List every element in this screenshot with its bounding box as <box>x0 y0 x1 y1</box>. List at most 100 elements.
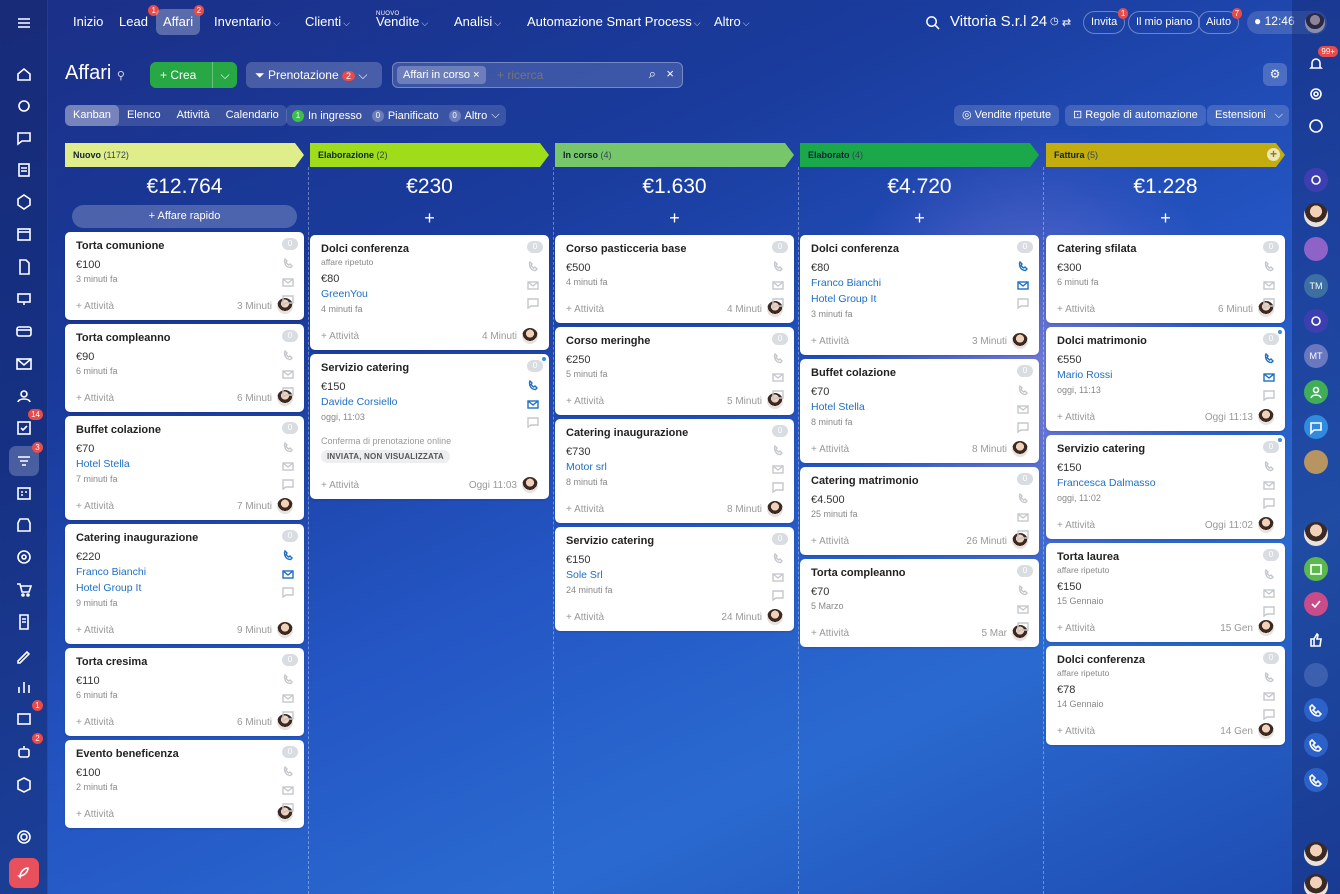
nav-lead[interactable]: Lead 1 <box>112 5 159 35</box>
column-header[interactable]: Elaborato (4) <box>800 143 1039 167</box>
gear-icon[interactable]: ⚙ <box>1263 63 1287 86</box>
chat-icon[interactable] <box>1263 297 1275 309</box>
add-activity-link[interactable]: + Attività <box>76 501 114 512</box>
filter-chip[interactable]: Affari in corso × <box>397 66 486 84</box>
responsible-avatar[interactable] <box>1012 441 1028 457</box>
email-icon[interactable] <box>1263 371 1275 383</box>
like-icon[interactable] <box>1304 628 1328 652</box>
deal-title[interactable]: Evento beneficenza <box>76 748 293 761</box>
target-icon[interactable] <box>9 542 39 572</box>
responsible-avatar[interactable] <box>277 622 293 638</box>
chat-icon[interactable] <box>1017 421 1029 433</box>
deal-client-link[interactable]: Hotel Group It <box>76 582 293 595</box>
deal-client-link[interactable]: Francesca Dalmasso <box>1057 477 1274 490</box>
search-input[interactable] <box>497 66 637 84</box>
add-activity-link[interactable]: + Attività <box>76 301 114 312</box>
phone-icon[interactable] <box>282 766 294 778</box>
deal-title[interactable]: Servizio catering <box>321 362 538 375</box>
deal-card[interactable]: Buffet colazione €70 Hotel Stella 7 minuti … <box>65 416 304 520</box>
add-deal-button[interactable]: + <box>1046 205 1285 231</box>
repeat-sales-button[interactable]: ◎ Vendite ripetute <box>954 105 1060 126</box>
add-deal-button[interactable]: + <box>555 205 794 231</box>
chat-icon[interactable] <box>772 481 784 493</box>
phone-icon[interactable] <box>282 258 294 270</box>
email-icon[interactable] <box>772 571 784 583</box>
nav-clienti[interactable]: Clienti ⌵ <box>298 9 357 35</box>
extensions-button[interactable]: Estensioni ⌵ <box>1207 105 1289 126</box>
deal-card[interactable]: Buffet colazione €70 Hotel Stella 8 minuti … <box>800 359 1039 463</box>
deal-card[interactable]: Catering sfilata €300 6 minuti fa + Attivit… <box>1046 235 1285 323</box>
tab-calendario[interactable]: Calendario <box>218 105 287 126</box>
deal-card[interactable]: Torta cresima €110 6 minuti fa + Attività 6 … <box>65 648 304 736</box>
deal-card[interactable]: Evento beneficenza €100 2 minuti fa + Attiv… <box>65 740 304 828</box>
help-button[interactable]: Aiuto 7 <box>1198 8 1243 34</box>
contact-avatar[interactable] <box>1304 237 1328 261</box>
contact-avatar[interactable] <box>1304 874 1328 894</box>
phone-icon[interactable] <box>1017 585 1029 597</box>
add-activity-link[interactable]: + Attività <box>811 628 849 639</box>
add-activity-link[interactable]: + Attività <box>1057 726 1095 737</box>
chat-icon[interactable] <box>772 297 784 309</box>
market-icon[interactable] <box>9 770 39 800</box>
phone-icon[interactable] <box>772 353 784 365</box>
filter-search-bar[interactable]: Affari in corso × ⌕ × <box>392 62 683 88</box>
deal-title[interactable]: Corso meringhe <box>566 335 783 348</box>
contact-avatar[interactable] <box>1304 203 1328 227</box>
message-icon[interactable] <box>1304 415 1328 439</box>
openchannel-icon[interactable] <box>1304 309 1328 333</box>
chat-icon[interactable] <box>282 386 294 398</box>
deal-card[interactable]: Catering inaugurazione €730 Motor srl 8 min… <box>555 419 794 523</box>
deal-title[interactable]: Torta comunione <box>76 240 293 253</box>
deal-card[interactable]: Torta laurea affare ripetuto €150 15 Gennai… <box>1046 543 1285 642</box>
deal-card[interactable]: Torta compleanno €90 6 minuti fa + Attività… <box>65 324 304 412</box>
deal-title[interactable]: Servizio catering <box>566 535 783 548</box>
deal-title[interactable]: Catering inaugurazione <box>566 427 783 440</box>
phone-icon[interactable] <box>772 553 784 565</box>
card-icon[interactable] <box>9 316 39 346</box>
add-activity-link[interactable]: + Attività <box>1057 520 1095 531</box>
counter-altro[interactable]: 0 Altro ⌵ <box>448 109 500 122</box>
chat-icon[interactable] <box>282 586 294 598</box>
email-icon[interactable] <box>527 398 539 410</box>
email-icon[interactable] <box>772 279 784 291</box>
add-activity-link[interactable]: + Attività <box>76 717 114 728</box>
calendar-icon[interactable] <box>9 219 39 249</box>
invoice-icon[interactable] <box>9 607 39 637</box>
responsible-avatar[interactable] <box>1258 409 1274 425</box>
settings-icon[interactable] <box>9 822 39 852</box>
group-icon[interactable] <box>1304 380 1328 404</box>
add-deal-button[interactable]: + <box>310 205 549 231</box>
deal-card[interactable]: Dolci conferenza affare ripetuto €78 14 Gen… <box>1046 646 1285 745</box>
tab-kanban[interactable]: Kanban <box>65 105 119 126</box>
chat-icon[interactable] <box>282 294 294 306</box>
deal-card[interactable]: Corso pasticceria base €500 4 minuti fa + A… <box>555 235 794 323</box>
pin-icon[interactable]: ⚲ <box>117 70 125 82</box>
email-icon[interactable] <box>282 460 294 472</box>
phone-icon[interactable] <box>282 550 294 562</box>
deal-card[interactable]: Servizio catering €150 Francesca Dalmasso o… <box>1046 435 1285 539</box>
booking-icon[interactable] <box>9 478 39 508</box>
chat-icon[interactable] <box>1263 605 1275 617</box>
deal-title[interactable]: Dolci conferenza <box>1057 654 1274 667</box>
email-icon[interactable] <box>1263 479 1275 491</box>
add-deal-button[interactable]: + <box>800 205 1039 231</box>
phone-icon[interactable] <box>527 380 539 392</box>
deal-title[interactable]: Catering inaugurazione <box>76 532 293 545</box>
bell-icon[interactable]: 99+ <box>1304 46 1338 76</box>
copilot-icon[interactable] <box>1304 82 1328 106</box>
deal-card[interactable]: Dolci matrimonio €550 Mario Rossi oggi, 11:… <box>1046 327 1285 431</box>
phone-icon[interactable] <box>1017 261 1029 273</box>
deal-client-link[interactable]: Mario Rossi <box>1057 369 1274 382</box>
deal-client-link[interactable]: Hotel Stella <box>76 458 293 471</box>
chat-icon[interactable] <box>1017 621 1029 633</box>
phone-icon[interactable] <box>282 350 294 362</box>
deal-client-link[interactable]: Hotel Group It <box>811 293 1028 306</box>
company-name[interactable]: Vittoria S.r.l 24 ◷ ⇄ <box>943 9 1078 35</box>
phone-icon[interactable] <box>282 442 294 454</box>
deal-title[interactable]: Corso pasticceria base <box>566 243 783 256</box>
groups-icon[interactable] <box>9 187 39 217</box>
bot-icon[interactable]: 2 <box>9 733 43 767</box>
add-activity-link[interactable]: + Attività <box>321 480 359 491</box>
deal-client-link[interactable]: GreenYou <box>321 288 538 301</box>
nav-vendite[interactable]: NUOVO Vendite ⌵ <box>369 9 435 35</box>
